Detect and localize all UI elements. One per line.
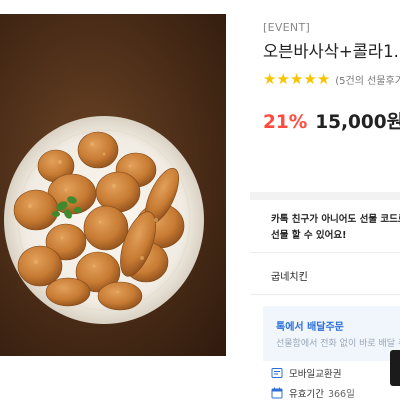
divider: [250, 252, 400, 253]
star-icon: ★: [289, 70, 304, 88]
section-divider: [250, 192, 400, 200]
calendar-icon: [271, 387, 283, 399]
notice-line-2: 선물 할 수 있어요!: [271, 230, 347, 241]
product-image: [0, 14, 226, 356]
delivery-order-banner[interactable]: 톡에서 배달주문 선물함에서 전화 없이 바로 배달 주문: [263, 306, 400, 361]
review-count-link[interactable]: (5건의 선물후기): [335, 72, 400, 87]
product-title: 오븐바사삭+콜라1.25L: [263, 42, 400, 61]
price-row: 21% 15,000원: [263, 108, 400, 134]
price: 15,000원: [315, 112, 400, 133]
star-icon: ★: [263, 70, 277, 88]
event-badge: [EVENT]: [263, 21, 311, 34]
star-icon: ★: [303, 70, 317, 88]
star-icon: ★: [276, 70, 290, 88]
delivery-description: 선물함에서 전화 없이 바로 배달 주문: [276, 339, 400, 349]
rating[interactable]: ★ ★ ★ ★ ★ (5건의 선물후기): [263, 72, 400, 88]
rating-stars: ★ ★ ★ ★ ★: [263, 72, 330, 87]
voucher-icon: [271, 368, 283, 378]
validity-row: 유효기간 366일: [271, 386, 355, 400]
voucher-type-row: 모바일교환권: [271, 366, 341, 380]
voucher-type: 모바일교환권: [289, 369, 342, 380]
star-icon: ★: [316, 70, 331, 88]
notice-line-1: 카톡 친구가 아니어도 선물 코드로: [271, 214, 400, 225]
gift-code-notice: 카톡 친구가 아니어도 선물 코드로 선물 할 수 있어요!: [271, 212, 400, 244]
delivery-title: 톡에서 배달주문: [276, 322, 344, 333]
floating-action-handle[interactable]: [390, 350, 400, 386]
divider: [250, 294, 400, 295]
discount-rate: 21%: [263, 112, 308, 133]
fried-chicken-illustration: [4, 116, 204, 324]
validity-label: 유효기간: [289, 389, 324, 400]
validity-value: 366일: [327, 389, 355, 400]
brand-link[interactable]: 굽네치킨: [271, 268, 308, 283]
